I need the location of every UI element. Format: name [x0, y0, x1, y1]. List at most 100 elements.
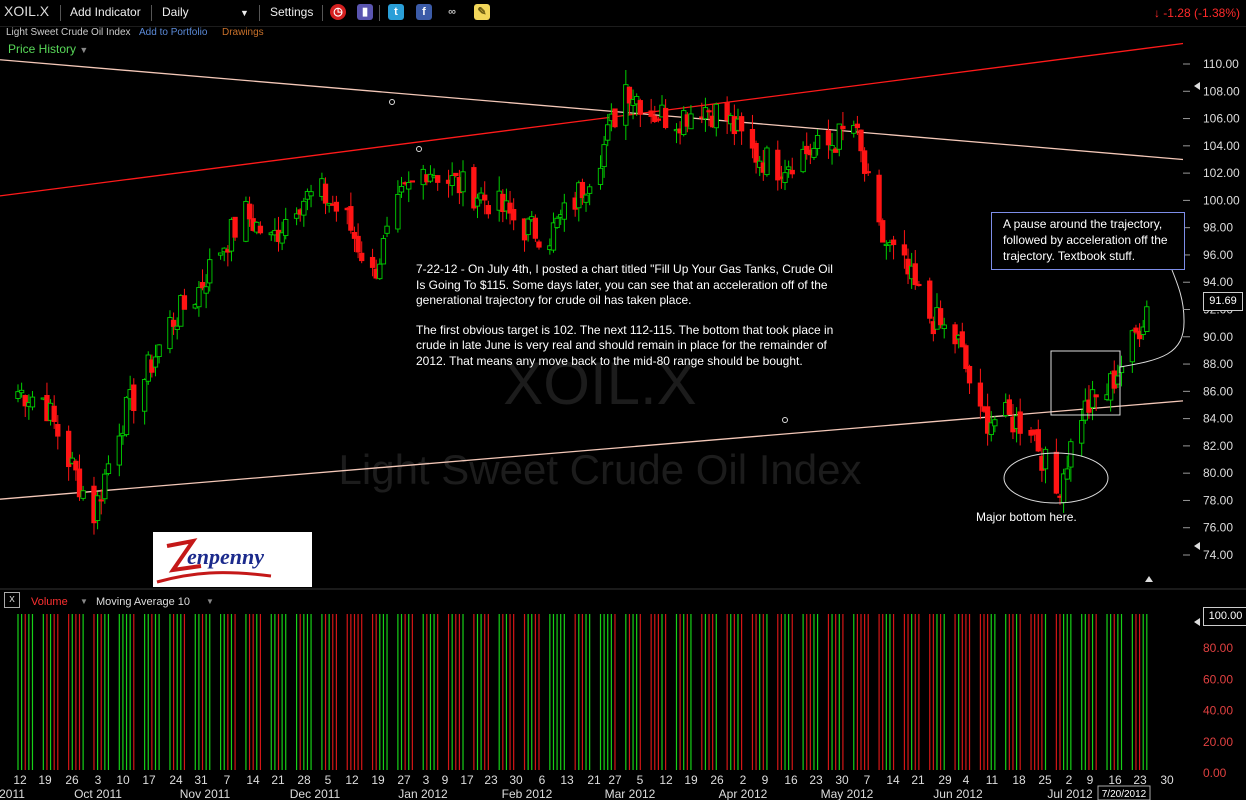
- candle-body: [156, 344, 162, 357]
- chevron-down-icon[interactable]: ▼: [240, 8, 249, 18]
- settings-button[interactable]: Settings: [270, 5, 313, 19]
- x-day-label: 2: [740, 773, 747, 787]
- note-icon[interactable]: ✎: [474, 4, 490, 20]
- binoculars-icon[interactable]: ∞: [444, 4, 460, 20]
- price-tick-label: 90.00: [1203, 330, 1233, 344]
- alarm-clock-icon[interactable]: ◷: [330, 4, 346, 20]
- candle-body: [865, 171, 871, 174]
- price-axis: 110.00 108.00 106.00 104.00 102.00 100.00 98.0…: [1145, 57, 1240, 582]
- chevron-down-icon[interactable]: ▼: [80, 597, 88, 606]
- x-month-label: Mar 2012: [605, 787, 656, 800]
- candle-body: [876, 174, 882, 223]
- x-day-label: 21: [587, 773, 601, 787]
- candle-body: [406, 182, 412, 190]
- x-day-label: 29: [938, 773, 952, 787]
- twitter-icon[interactable]: t: [388, 4, 404, 20]
- x-month-label: 2011: [0, 787, 25, 800]
- candle-body: [203, 286, 209, 294]
- trendline-handle: [782, 417, 788, 423]
- candle-body: [355, 235, 361, 253]
- candle-body: [380, 238, 387, 265]
- x-month-label: May 2012: [821, 787, 874, 800]
- x-day-label: 7: [864, 773, 871, 787]
- candle-body: [485, 205, 491, 215]
- volume-tick-label: 80.00: [1203, 641, 1233, 655]
- candle-body: [532, 217, 539, 239]
- candle-body: [1079, 420, 1085, 444]
- candle-body: [916, 283, 922, 287]
- x-day-label: 26: [65, 773, 79, 787]
- x-day-label: 3: [423, 773, 430, 787]
- candle-body: [453, 172, 459, 177]
- interval-select[interactable]: Daily: [162, 5, 189, 19]
- tower-icon[interactable]: ▮: [357, 4, 373, 20]
- volume-bars: [17, 614, 1148, 770]
- price-tick-label: 78.00: [1203, 493, 1233, 507]
- drawings-link[interactable]: Drawings: [222, 27, 264, 38]
- x-day-label: 25: [1038, 773, 1052, 787]
- candle-body: [257, 225, 264, 234]
- candle-body: [901, 244, 908, 256]
- x-month-label: Feb 2012: [502, 787, 553, 800]
- candle-body: [98, 499, 104, 502]
- x-day-label: 3: [95, 773, 102, 787]
- x-day-label: 23: [809, 773, 823, 787]
- candle-body: [605, 124, 611, 141]
- x-day-label: 17: [460, 773, 474, 787]
- drawings: [1003, 269, 1185, 504]
- date-tag: 7/20/2012: [1102, 789, 1147, 800]
- candle-body: [554, 217, 560, 228]
- x-day-label: 27: [397, 773, 411, 787]
- candle-body: [601, 144, 607, 168]
- candle-body: [123, 396, 130, 436]
- candle-body: [880, 220, 886, 243]
- price-tick-label: 74.00: [1203, 548, 1233, 562]
- major-bottom-label: Major bottom here.: [976, 510, 1077, 524]
- x-day-label: 21: [911, 773, 925, 787]
- x-day-label: 23: [484, 773, 498, 787]
- candle-body: [1017, 411, 1023, 434]
- candle-body: [927, 280, 933, 319]
- candle-body: [395, 193, 401, 230]
- x-day-label: 14: [886, 773, 900, 787]
- price-history-dropdown[interactable]: Price History ▼: [8, 42, 88, 56]
- price-change-value: -1.28 (-1.38%): [1163, 6, 1240, 20]
- x-day-label: 12: [659, 773, 673, 787]
- chevron-down-icon[interactable]: ▼: [206, 597, 214, 606]
- volume-tick-label: 60.00: [1203, 672, 1233, 686]
- moving-average-label[interactable]: Moving Average 10: [96, 596, 190, 608]
- x-month-label: Apr 2012: [719, 787, 768, 800]
- candle-body: [977, 382, 984, 407]
- facebook-icon[interactable]: f: [416, 4, 432, 20]
- candle-body: [181, 295, 188, 310]
- price-tick-label: 80.00: [1203, 466, 1233, 480]
- candle-body: [764, 147, 770, 176]
- candle-body: [597, 167, 604, 185]
- candle-body: [854, 123, 861, 129]
- x-day-label: 30: [835, 773, 849, 787]
- candle-body: [384, 225, 390, 234]
- x-day-label: 12: [13, 773, 27, 787]
- x-month-label: Oct 2011: [74, 787, 122, 800]
- analysis-note: 7-22-12 - On July 4th, I posted a chart …: [416, 262, 841, 384]
- separator: [60, 5, 61, 21]
- candle-body: [583, 194, 589, 203]
- symbol-field[interactable]: XOIL.X: [4, 3, 49, 19]
- close-panel-icon[interactable]: x: [4, 592, 20, 608]
- volume-label[interactable]: Volume: [31, 596, 68, 608]
- candle-body: [959, 331, 965, 348]
- candle-body: [29, 396, 36, 408]
- candle-body: [662, 107, 669, 128]
- x-day-label: 17: [142, 773, 156, 787]
- sub-bar: Light Sweet Crude Oil Index Add to Portf…: [0, 26, 1246, 40]
- price-tick-label: 76.00: [1203, 521, 1233, 535]
- trendline-handle: [416, 146, 422, 152]
- add-indicator-button[interactable]: Add Indicator: [70, 5, 141, 19]
- price-tick-label: 96.00: [1203, 248, 1233, 262]
- price-tick-label: 106.00: [1203, 112, 1240, 126]
- candle-body: [858, 129, 864, 152]
- candle-body: [706, 110, 712, 113]
- volume-axis: 100.00 80.00 60.00 40.00 20.00 0.00: [0, 588, 1246, 780]
- x-day-label: 5: [637, 773, 644, 787]
- add-to-portfolio-link[interactable]: Add to Portfolio: [139, 27, 207, 38]
